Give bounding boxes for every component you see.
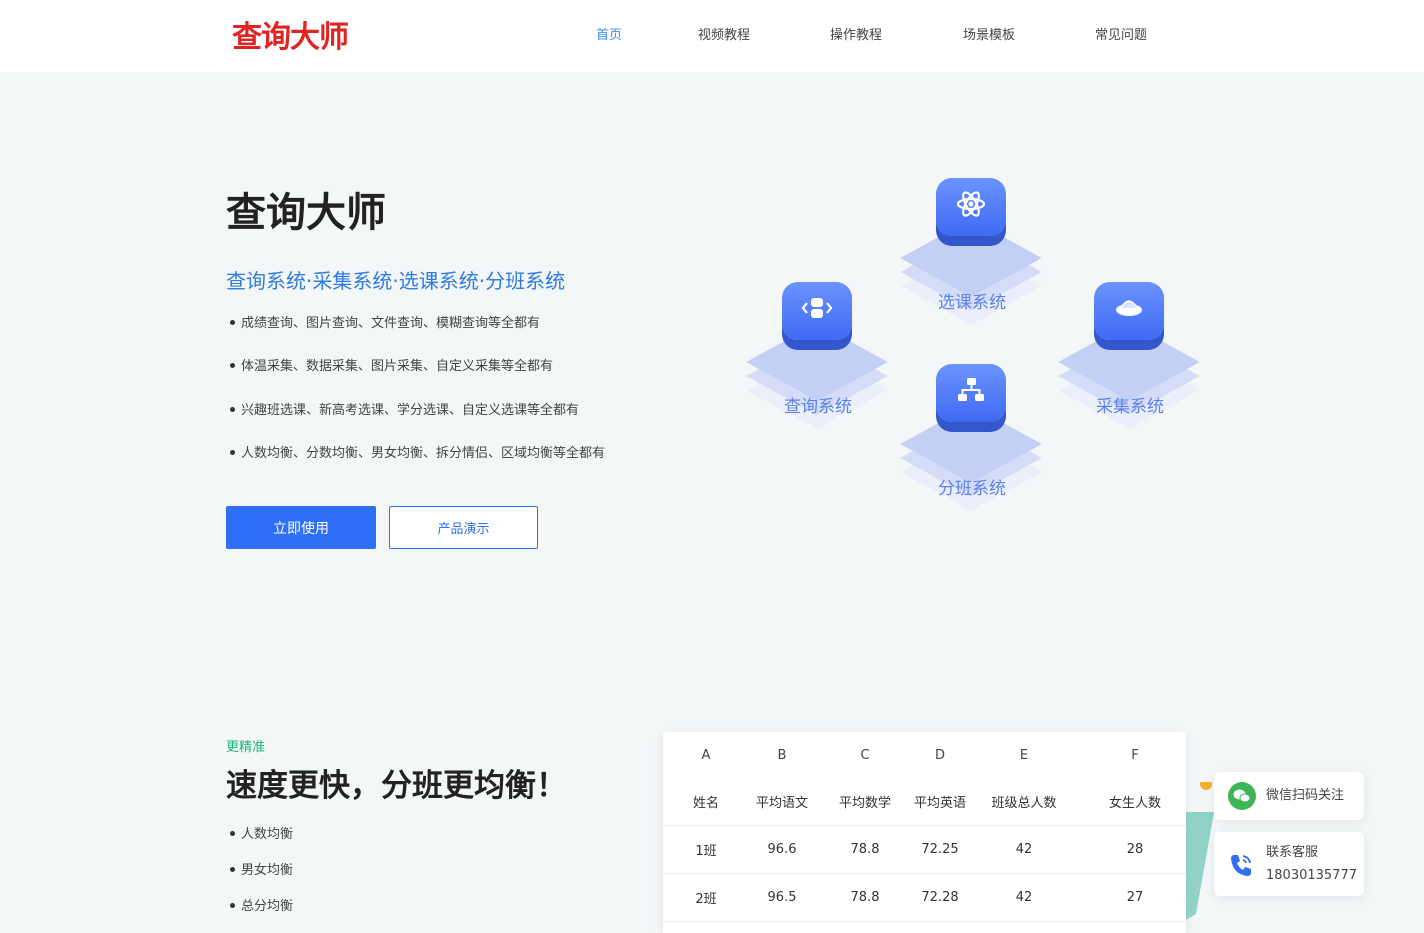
table-cell: 42 (1015, 890, 1033, 905)
column-letter-row: A B C D E F (663, 732, 1186, 778)
column-letter: E (1019, 747, 1029, 763)
table-cell: 1班 (695, 844, 717, 859)
code-query-icon (802, 298, 832, 318)
customer-service-label: 联系客服 (1266, 845, 1319, 860)
product-demo-button[interactable]: 产品演示 (389, 506, 538, 549)
hero-feature-list: 成绩查询、图片查询、文件查询、模糊查询等全都有 体温采集、数据采集、图片采集、自… (230, 314, 605, 487)
top-header: 查询大师 首页 视频教程 操作教程 场景模板 常见问题 (0, 0, 1424, 72)
table-header-cell: 女生人数 (1108, 796, 1161, 811)
list-item: 成绩查询、图片查询、文件查询、模糊查询等全都有 (230, 314, 605, 357)
list-item: 体温采集、数据采集、图片采集、自定义采集等全都有 (230, 357, 605, 400)
column-letter: A (701, 747, 711, 763)
customer-service-phone: 18030135777 (1266, 868, 1357, 883)
table-row: 2班 96.5 78.8 72.28 42 27 (663, 874, 1186, 922)
tile-label-collection: 采集系统 (1096, 397, 1164, 417)
hero-title: 查询大师 (226, 190, 386, 236)
list-item: 男女均衡 (230, 861, 293, 897)
table-cell: 72.28 (921, 890, 959, 905)
table-cell: 78.8 (850, 842, 880, 857)
column-letter: F (1131, 747, 1139, 763)
table-cell: 42 (1015, 842, 1033, 857)
table-header-cell: 平均数学 (838, 796, 891, 811)
nav-item-video-tutorials[interactable]: 视频教程 (698, 24, 750, 48)
bullet-icon (230, 406, 235, 412)
site-logo[interactable]: 查询大师 (232, 18, 349, 58)
hero-subtitle: 查询系统·采集系统·选课系统·分班系统 (226, 269, 566, 293)
table-cell: 72.25 (921, 842, 959, 857)
atom-icon (956, 191, 986, 217)
wechat-icon (1228, 782, 1256, 810)
wechat-follow-label: 微信扫码关注 (1266, 788, 1345, 803)
table-row: 1班 96.6 78.8 72.25 42 28 (663, 826, 1186, 874)
column-letter: B (777, 747, 787, 763)
bullet-icon (230, 903, 235, 908)
customer-service-card[interactable]: 联系客服 18030135777 (1214, 832, 1364, 896)
nav-item-operation-tutorials[interactable]: 操作教程 (830, 24, 882, 48)
nav-item-faq[interactable]: 常见问题 (1095, 24, 1147, 48)
table-cell: 78.8 (850, 890, 880, 905)
table-header-cell: 班级总人数 (991, 796, 1057, 811)
table-header-cell: 平均语文 (755, 796, 808, 811)
table-cell: 96.6 (767, 842, 797, 857)
table-cell: 27 (1126, 890, 1144, 905)
table-cell: 2班 (695, 892, 717, 907)
tile-label-query: 查询系统 (784, 397, 852, 417)
use-now-button[interactable]: 立即使用 (226, 506, 376, 549)
tile-label-class-division: 分班系统 (938, 479, 1006, 499)
wechat-follow-card[interactable]: 微信扫码关注 (1214, 772, 1364, 820)
section-title: 速度更快，分班更均衡！ (226, 768, 567, 804)
table-cell: 28 (1126, 842, 1144, 857)
bullet-icon (230, 449, 235, 455)
hierarchy-icon (958, 378, 984, 401)
nav-item-scene-templates[interactable]: 场景模板 (963, 24, 1015, 48)
bullet-icon (230, 867, 235, 872)
tile-label-course-selection: 选课系统 (938, 293, 1006, 313)
spreadsheet-preview: A B C D E F 姓名 平均语文 平均数学 平均英语 班级总人数 女生人数… (663, 732, 1186, 933)
nav-item-home[interactable]: 首页 (596, 24, 622, 48)
bullet-icon (230, 320, 235, 325)
column-letter: D (934, 747, 945, 763)
list-item: 人数均衡、分数均衡、男女均衡、拆分情侣、区域均衡等全都有 (230, 444, 605, 487)
list-item: 兴趣班选课、新高考选课、学分选课、自定义选课等全都有 (230, 401, 605, 444)
table-cell: 96.5 (767, 890, 797, 905)
bullet-icon (230, 831, 235, 836)
table-header-cell: 平均英语 (913, 796, 966, 811)
list-item: 总分均衡 (230, 897, 293, 933)
section-feature-list: 人数均衡 男女均衡 总分均衡 (230, 825, 293, 933)
table-header-cell: 姓名 (692, 796, 719, 811)
section-kicker: 更精准 (226, 740, 266, 755)
bullet-icon (230, 363, 235, 369)
collect-icon (1116, 300, 1142, 316)
list-item: 人数均衡 (230, 825, 293, 861)
column-letter: C (860, 747, 870, 763)
table-header-row: 姓名 平均语文 平均数学 平均英语 班级总人数 女生人数 (663, 778, 1186, 826)
phone-icon (1231, 855, 1251, 876)
